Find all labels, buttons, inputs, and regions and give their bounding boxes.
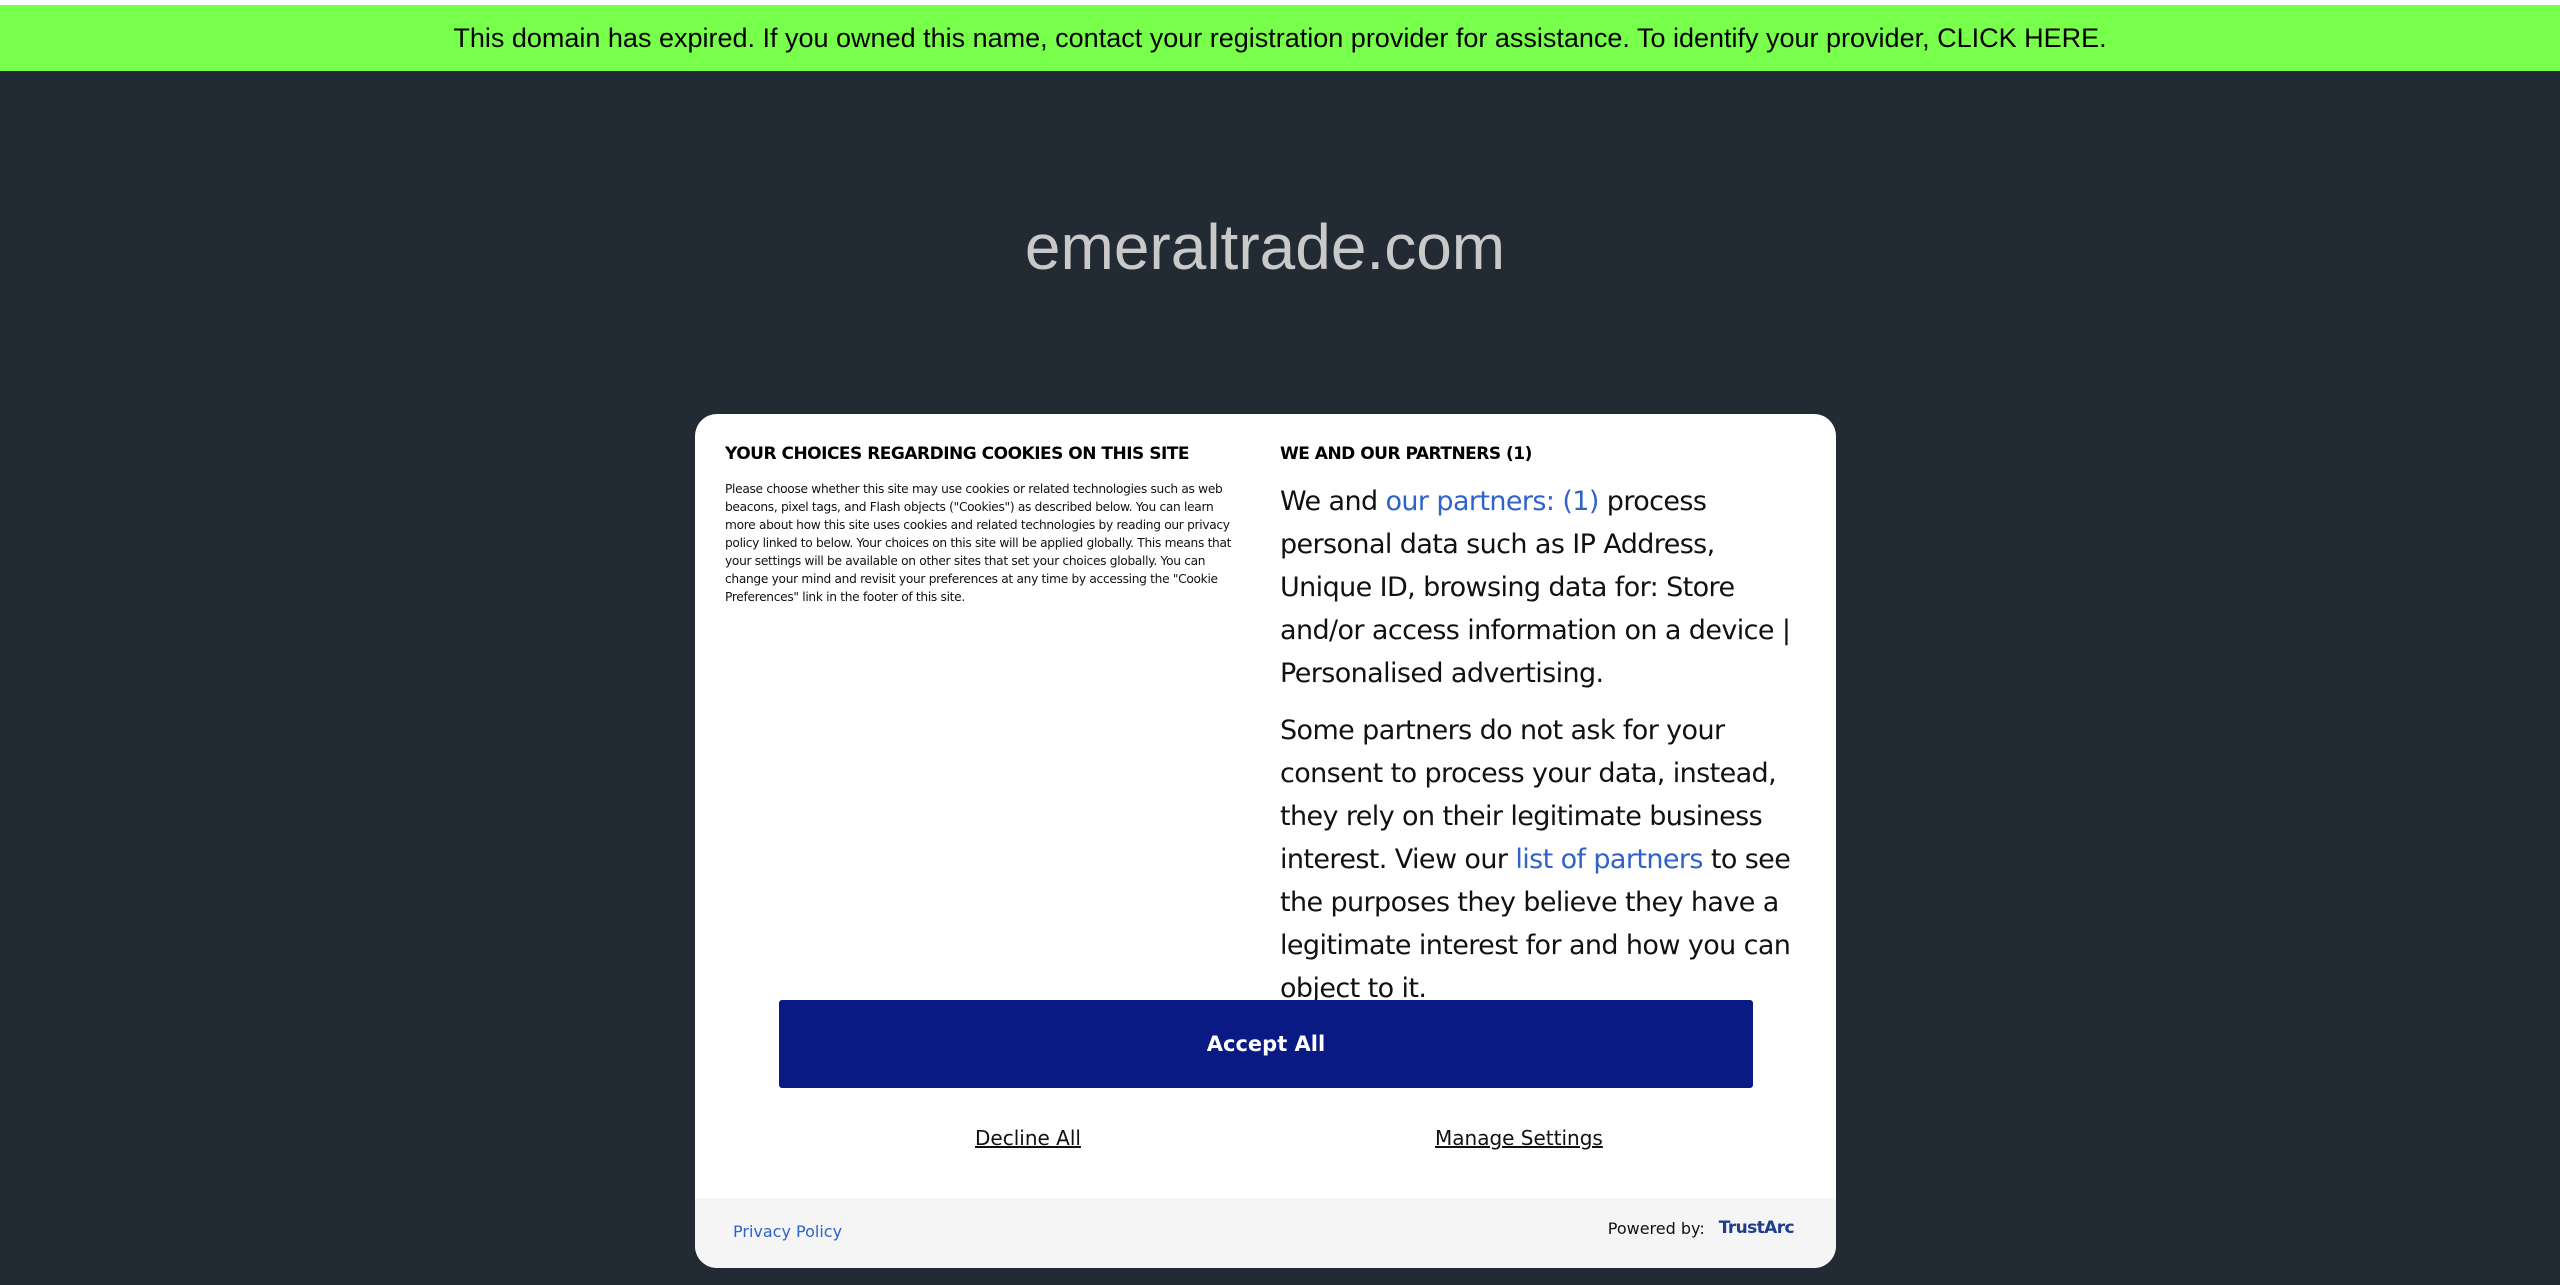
accept-all-button[interactable]: Accept All [779, 1000, 1753, 1088]
cookie-choices-heading: YOUR CHOICES REGARDING COOKIES ON THIS S… [725, 444, 1189, 464]
dialog-footer: Privacy Policy Powered by: TrustArc [695, 1198, 1836, 1268]
powered-by: Powered by: TrustArc [1607, 1218, 1795, 1238]
powered-by-label: Powered by: [1607, 1218, 1705, 1238]
partners-p1-before: We and [1280, 486, 1386, 517]
partners-heading: WE AND OUR PARTNERS (1) [1280, 444, 1532, 464]
our-partners-link[interactable]: our partners: (1) [1386, 486, 1600, 517]
partners-paragraph-2: Some partners do not ask for your consen… [1280, 709, 1805, 1010]
cookie-consent-dialog: YOUR CHOICES REGARDING COOKIES ON THIS S… [695, 414, 1836, 1268]
cookie-choices-section: YOUR CHOICES REGARDING COOKIES ON THIS S… [725, 444, 1245, 606]
trustarc-logo[interactable]: TrustArc [1719, 1218, 1795, 1238]
partners-paragraph-1: We and our partners: (1) process persona… [1280, 480, 1805, 695]
manage-settings-button[interactable]: Manage Settings [1435, 1126, 1603, 1150]
partners-section: WE AND OUR PARTNERS (1) We and our partn… [1280, 444, 1805, 1024]
decline-all-button[interactable]: Decline All [975, 1126, 1081, 1150]
list-of-partners-link[interactable]: list of partners [1515, 844, 1703, 875]
expired-domain-banner[interactable]: This domain has expired. If you owned th… [0, 5, 2560, 71]
banner-text[interactable]: This domain has expired. If you owned th… [453, 23, 2106, 54]
privacy-policy-link[interactable]: Privacy Policy [733, 1222, 842, 1241]
cookie-choices-text: Please choose whether this site may use … [725, 482, 1232, 604]
domain-title: emeraltrade.com [1024, 211, 1506, 283]
